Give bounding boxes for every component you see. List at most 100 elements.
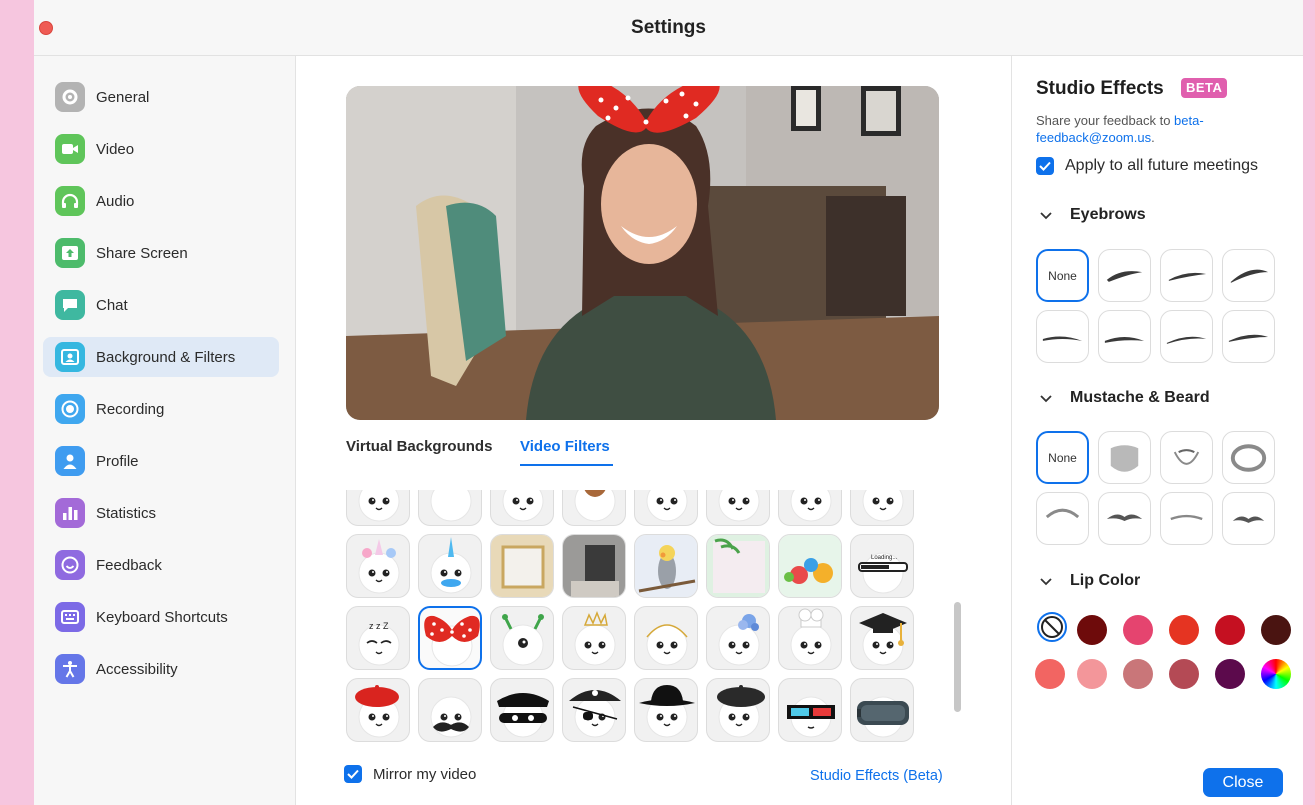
sidebar-item-keyboard-shortcuts[interactable]: Keyboard Shortcuts xyxy=(43,597,279,637)
3d-glasses-filter-icon[interactable] xyxy=(778,678,842,742)
lip-color-swatch[interactable] xyxy=(1077,659,1107,689)
active-tab-indicator xyxy=(520,464,613,466)
eyebrow-option-7[interactable] xyxy=(1222,310,1275,363)
lip-color-label: Lip Color xyxy=(1070,572,1141,589)
sidebar-item-audio[interactable]: Audio xyxy=(43,181,279,221)
lip-color-swatch[interactable] xyxy=(1261,615,1291,645)
eyebrow-option-4[interactable] xyxy=(1036,310,1089,363)
surgical-mask-filter-icon[interactable] xyxy=(418,490,482,526)
unicorn-filter-icon[interactable] xyxy=(346,534,410,598)
mustache-section-toggle[interactable]: Mustache & Beard xyxy=(1040,389,1210,407)
mustache-filter-icon[interactable] xyxy=(418,678,482,742)
red-beret-filter-icon[interactable] xyxy=(346,678,410,742)
sidebar-item-chat[interactable]: Chat xyxy=(43,285,279,325)
pig-face-filter-icon[interactable] xyxy=(706,490,770,526)
sidebar-item-background-filters[interactable]: Background & Filters xyxy=(43,337,279,377)
eyebrow-option-3[interactable] xyxy=(1222,249,1275,302)
lip-color-swatch[interactable] xyxy=(1035,659,1065,689)
video-preview-image xyxy=(346,86,939,420)
sidebar-item-profile[interactable]: Profile xyxy=(43,441,279,481)
eyebrow-option-6[interactable] xyxy=(1160,310,1213,363)
mustache-beard-option-4[interactable] xyxy=(1036,492,1089,545)
bear-face-filter-icon[interactable] xyxy=(490,490,554,526)
mirror-video-checkbox[interactable] xyxy=(344,765,362,783)
mustache-beard-option-1[interactable] xyxy=(1098,431,1151,484)
sidebar-item-video[interactable]: Video xyxy=(43,129,279,169)
close-button[interactable]: Close xyxy=(1203,768,1283,797)
loading-bar-filter-icon[interactable]: Loading... xyxy=(850,534,914,598)
sidebar-item-label: Profile xyxy=(96,452,139,470)
lip-color-swatch[interactable] xyxy=(1215,615,1245,645)
lip-color-section-toggle[interactable]: Lip Color xyxy=(1040,572,1140,590)
halo-filter-icon[interactable] xyxy=(634,606,698,670)
flower-filter-icon[interactable] xyxy=(706,606,770,670)
filters-scrollbar-thumb[interactable] xyxy=(954,602,961,712)
person-icon xyxy=(55,446,85,476)
lip-color-swatch[interactable] xyxy=(1123,659,1153,689)
eyebrow-option-5[interactable] xyxy=(1098,310,1151,363)
mirror-video-option[interactable]: Mirror my video xyxy=(344,765,476,783)
narwhal-filter-icon[interactable] xyxy=(418,534,482,598)
cat-face-filter-icon[interactable] xyxy=(778,490,842,526)
pirate-filter-icon[interactable] xyxy=(562,678,626,742)
bunny-face-filter-icon[interactable] xyxy=(850,490,914,526)
chef-hat-filter-icon[interactable] xyxy=(778,606,842,670)
checkmark-icon xyxy=(347,769,359,779)
alien-antenna-filter-icon[interactable] xyxy=(490,606,554,670)
sidebar-item-accessibility[interactable]: Accessibility xyxy=(43,649,279,689)
sidebar-item-recording[interactable]: Recording xyxy=(43,389,279,429)
lollipops-filter-icon[interactable] xyxy=(778,534,842,598)
eyebrow-none-label: None xyxy=(1048,268,1077,283)
checkmark-icon xyxy=(1039,161,1051,171)
mustache-beard-option-3[interactable] xyxy=(1222,431,1275,484)
leaves-frame-filter-icon[interactable] xyxy=(706,534,770,598)
eyebrows-section-toggle[interactable]: Eyebrows xyxy=(1040,206,1146,224)
mustache-beard-option-6[interactable] xyxy=(1160,492,1213,545)
smiley-icon xyxy=(55,550,85,580)
lip-color-swatch[interactable] xyxy=(1123,615,1153,645)
eyebrow-option-1[interactable] xyxy=(1098,249,1151,302)
apply-future-meetings-checkbox[interactable] xyxy=(1036,157,1054,175)
tab-video-filters[interactable]: Video Filters xyxy=(520,438,610,455)
lip-color-swatch[interactable] xyxy=(1077,615,1107,645)
lip-color-swatch[interactable] xyxy=(1169,659,1199,689)
lip-color-swatch[interactable] xyxy=(1169,615,1199,645)
polka-dot-bow-filter-icon[interactable] xyxy=(418,606,482,670)
cockatiel-filter-icon[interactable] xyxy=(634,534,698,598)
mask-filter-icon[interactable] xyxy=(346,490,410,526)
sidebar-item-feedback[interactable]: Feedback xyxy=(43,545,279,585)
sidebar-item-label: Feedback xyxy=(96,556,162,574)
apply-future-meetings-option[interactable]: Apply to all future meetings xyxy=(1036,157,1258,175)
dog-face-filter-icon[interactable] xyxy=(562,490,626,526)
sidebar-item-share-screen[interactable]: Share Screen xyxy=(43,233,279,273)
graduation-cap-filter-icon[interactable] xyxy=(850,606,914,670)
sleepy-zzz-filter-icon[interactable]: z z Z xyxy=(346,606,410,670)
lip-color-none-swatch[interactable] xyxy=(1037,612,1067,642)
tab-virtual-backgrounds[interactable]: Virtual Backgrounds xyxy=(346,438,492,455)
vr-headset-filter-icon[interactable] xyxy=(850,678,914,742)
tiara-filter-icon[interactable] xyxy=(562,606,626,670)
black-beret-filter-icon[interactable] xyxy=(706,678,770,742)
video-filters-grid: Loading... z z Z xyxy=(346,490,966,746)
mustache-beard-option-5[interactable] xyxy=(1098,492,1151,545)
lip-color-swatch[interactable] xyxy=(1215,659,1245,689)
studio-effects-link[interactable]: Studio Effects (Beta) xyxy=(810,768,943,784)
eyebrow-option-2[interactable] xyxy=(1160,249,1213,302)
goat-face-filter-icon[interactable] xyxy=(634,490,698,526)
filters-scrollbar[interactable] xyxy=(953,490,962,746)
feedback-suffix: . xyxy=(1151,130,1155,145)
bandit-mask-filter-icon[interactable] xyxy=(490,678,554,742)
prohibited-icon xyxy=(1041,616,1063,638)
sidebar-item-label: Statistics xyxy=(96,504,157,522)
record-icon xyxy=(55,394,85,424)
mustache-beard-option-2[interactable] xyxy=(1160,431,1213,484)
eyebrow-none-option[interactable]: None xyxy=(1036,249,1089,302)
lip-color-custom-swatch[interactable] xyxy=(1261,659,1291,689)
gold-frame-filter-icon[interactable] xyxy=(490,534,554,598)
sidebar-item-statistics[interactable]: Statistics xyxy=(43,493,279,533)
mustache-beard-option-7[interactable] xyxy=(1222,492,1275,545)
sidebar-item-general[interactable]: General xyxy=(43,77,279,117)
mustache-beard-none-option[interactable]: None xyxy=(1036,431,1089,484)
dark-room-filter-icon[interactable] xyxy=(562,534,626,598)
fedora-filter-icon[interactable] xyxy=(634,678,698,742)
